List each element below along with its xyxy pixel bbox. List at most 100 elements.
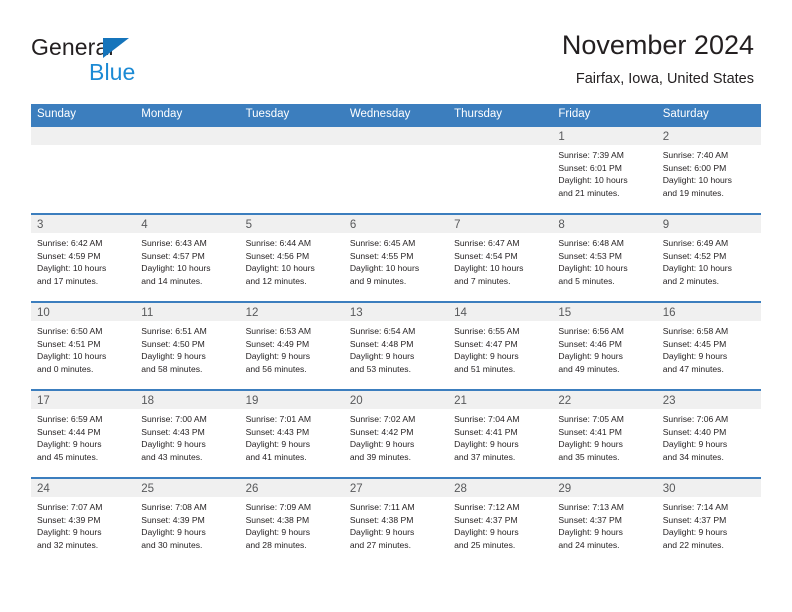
day-number-band: 28 xyxy=(448,479,553,497)
day-number: 17 xyxy=(37,395,50,407)
calendar-day-cell[interactable]: 9 Sunrise: 6:49 AM Sunset: 4:52 PM Daylight… xyxy=(656,215,761,301)
sunrise-text: Sunrise: 6:51 AM xyxy=(141,326,207,336)
calendar-day-empty xyxy=(448,127,553,213)
day-number-band: 20 xyxy=(343,391,449,409)
sunset-text: Sunset: 4:53 PM xyxy=(558,250,622,261)
day-number-band: 12 xyxy=(239,303,344,321)
weekday-header-thursday: Thursday xyxy=(454,108,503,120)
daylight-text-line2: and 30 minutes. xyxy=(141,539,203,550)
daylight-text-line1: Daylight: 9 hours xyxy=(454,439,519,450)
calendar-day-cell[interactable]: 8 Sunrise: 6:48 AM Sunset: 4:53 PM Daylight… xyxy=(552,215,657,301)
sunset-text: Sunset: 6:01 PM xyxy=(558,162,622,173)
day-sun-info: Sunrise: 7:04 AM Sunset: 4:41 PM Daylight:… xyxy=(448,409,552,463)
sunrise-text: Sunrise: 7:01 AM xyxy=(245,414,312,424)
calendar-day-cell[interactable]: 13 Sunrise: 6:54 AM Sunset: 4:48 PM Dayligh… xyxy=(343,303,449,389)
day-number-band: 11 xyxy=(135,303,240,321)
day-number: 22 xyxy=(558,395,572,407)
sunrise-text: Sunrise: 7:02 AM xyxy=(349,414,416,424)
daylight-text-line2: and 2 minutes. xyxy=(662,275,720,286)
day-number: 1 xyxy=(558,131,565,143)
weekday-header-monday: Monday xyxy=(141,108,183,120)
calendar-day-cell[interactable]: 29 Sunrise: 7:13 AM Sunset: 4:37 PM Dayligh… xyxy=(552,479,657,565)
calendar-day-cell[interactable]: 6 Sunrise: 6:45 AM Sunset: 4:55 PM Daylight… xyxy=(343,215,449,301)
calendar-day-cell[interactable]: 18 Sunrise: 7:00 AM Sunset: 4:43 PM Dayligh… xyxy=(135,391,240,477)
daylight-text-line1: Daylight: 9 hours xyxy=(558,351,623,362)
day-number: 10 xyxy=(37,307,50,319)
daylight-text-line1: Daylight: 9 hours xyxy=(245,439,311,450)
day-sun-info: Sunrise: 6:59 AM Sunset: 4:44 PM Daylight:… xyxy=(31,409,135,463)
daylight-text-line2: and 58 minutes. xyxy=(141,363,203,374)
calendar-week-row: 3 Sunrise: 6:42 AM Sunset: 4:59 PM Daylight… xyxy=(31,213,761,301)
calendar-day-cell[interactable]: 23 Sunrise: 7:06 AM Sunset: 4:40 PM Dayligh… xyxy=(656,391,761,477)
calendar-day-cell[interactable]: 27 Sunrise: 7:11 AM Sunset: 4:38 PM Dayligh… xyxy=(343,479,449,565)
day-number-band: 25 xyxy=(135,479,240,497)
day-number: 7 xyxy=(454,219,461,231)
calendar-day-cell[interactable]: 15 Sunrise: 6:56 AM Sunset: 4:46 PM Dayligh… xyxy=(552,303,657,389)
calendar-day-cell[interactable]: 28 Sunrise: 7:12 AM Sunset: 4:37 PM Dayligh… xyxy=(448,479,553,565)
sunrise-text: Sunrise: 6:59 AM xyxy=(37,414,103,424)
daylight-text-line1: Daylight: 10 hours xyxy=(454,263,524,274)
brand-logo[interactable]: General Blue xyxy=(31,34,271,86)
calendar-day-cell[interactable]: 16 Sunrise: 6:58 AM Sunset: 4:45 PM Dayligh… xyxy=(656,303,761,389)
calendar-day-empty xyxy=(343,127,449,213)
daylight-text-line1: Daylight: 10 hours xyxy=(662,175,732,186)
calendar-weeks: 1 Sunrise: 7:39 AM Sunset: 6:01 PM Daylight… xyxy=(31,125,761,565)
day-number: 16 xyxy=(662,307,676,319)
calendar-day-cell[interactable]: 17 Sunrise: 6:59 AM Sunset: 4:44 PM Dayligh… xyxy=(31,391,136,477)
calendar-day-cell[interactable]: 30 Sunrise: 7:14 AM Sunset: 4:37 PM Dayligh… xyxy=(656,479,761,565)
calendar-day-cell[interactable]: 24 Sunrise: 7:07 AM Sunset: 4:39 PM Dayligh… xyxy=(31,479,136,565)
sunrise-text: Sunrise: 7:39 AM xyxy=(558,150,624,160)
sunset-text: Sunset: 4:57 PM xyxy=(141,250,205,261)
brand-name-general: General xyxy=(31,34,114,60)
day-sun-info: Sunrise: 6:56 AM Sunset: 4:46 PM Daylight:… xyxy=(552,321,656,375)
daylight-text-line1: Daylight: 9 hours xyxy=(141,527,206,538)
calendar-day-cell[interactable]: 5 Sunrise: 6:44 AM Sunset: 4:56 PM Daylight… xyxy=(239,215,344,301)
calendar-day-cell[interactable]: 4 Sunrise: 6:43 AM Sunset: 4:57 PM Daylight… xyxy=(135,215,240,301)
calendar-day-cell[interactable]: 1 Sunrise: 7:39 AM Sunset: 6:01 PM Daylight… xyxy=(552,127,657,213)
day-number-band: 27 xyxy=(343,479,449,497)
calendar-day-cell[interactable]: 12 Sunrise: 6:53 AM Sunset: 4:49 PM Dayligh… xyxy=(239,303,344,389)
sunrise-text: Sunrise: 7:04 AM xyxy=(454,414,520,424)
weekday-header-tuesday: Tuesday xyxy=(245,108,290,120)
day-number: 13 xyxy=(349,307,363,319)
sunrise-text: Sunrise: 6:48 AM xyxy=(558,238,624,248)
daylight-text-line1: Daylight: 10 hours xyxy=(558,175,628,186)
sunset-text: Sunset: 4:46 PM xyxy=(558,338,622,349)
calendar-day-cell[interactable]: 26 Sunrise: 7:09 AM Sunset: 4:38 PM Dayligh… xyxy=(239,479,344,565)
sunset-text: Sunset: 4:48 PM xyxy=(349,338,414,349)
calendar-day-cell[interactable]: 2 Sunrise: 7:40 AM Sunset: 6:00 PM Daylight… xyxy=(656,127,761,213)
weekday-header-sunday: Sunday xyxy=(37,108,77,120)
calendar-day-cell[interactable]: 11 Sunrise: 6:51 AM Sunset: 4:50 PM Dayligh… xyxy=(135,303,240,389)
day-number-band: 14 xyxy=(448,303,553,321)
calendar-day-cell[interactable]: 22 Sunrise: 7:05 AM Sunset: 4:41 PM Dayligh… xyxy=(552,391,657,477)
day-number: 6 xyxy=(349,219,357,231)
day-sun-info: Sunrise: 6:51 AM Sunset: 4:50 PM Daylight:… xyxy=(135,321,239,375)
daylight-text-line2: and 32 minutes. xyxy=(37,539,99,550)
sunset-text: Sunset: 4:45 PM xyxy=(662,338,727,349)
day-sun-info: Sunrise: 7:08 AM Sunset: 4:39 PM Daylight:… xyxy=(135,497,239,551)
day-number-band xyxy=(448,127,553,145)
day-number-band: 7 xyxy=(448,215,553,233)
calendar-day-cell[interactable]: 14 Sunrise: 6:55 AM Sunset: 4:47 PM Dayligh… xyxy=(448,303,553,389)
day-number: 29 xyxy=(558,483,572,495)
daylight-text-line2: and 41 minutes. xyxy=(245,451,307,462)
daylight-text-line2: and 22 minutes. xyxy=(662,539,724,550)
brand-name-blue: Blue xyxy=(89,59,136,85)
day-sun-info: Sunrise: 6:55 AM Sunset: 4:47 PM Daylight:… xyxy=(448,321,552,375)
calendar-day-cell[interactable]: 3 Sunrise: 6:42 AM Sunset: 4:59 PM Daylight… xyxy=(31,215,136,301)
calendar-day-cell[interactable]: 19 Sunrise: 7:01 AM Sunset: 4:43 PM Dayligh… xyxy=(239,391,344,477)
calendar-day-cell[interactable]: 7 Sunrise: 6:47 AM Sunset: 4:54 PM Daylight… xyxy=(448,215,553,301)
sunrise-text: Sunrise: 7:14 AM xyxy=(662,502,729,512)
sunrise-text: Sunrise: 6:49 AM xyxy=(662,238,729,248)
calendar-day-cell[interactable]: 21 Sunrise: 7:04 AM Sunset: 4:41 PM Dayligh… xyxy=(448,391,553,477)
calendar-day-cell[interactable]: 20 Sunrise: 7:02 AM Sunset: 4:42 PM Dayligh… xyxy=(343,391,449,477)
calendar-day-cell[interactable]: 25 Sunrise: 7:08 AM Sunset: 4:39 PM Dayligh… xyxy=(135,479,240,565)
daylight-text-line2: and 37 minutes. xyxy=(454,451,516,462)
daylight-text-line2: and 27 minutes. xyxy=(349,539,411,550)
day-sun-info: Sunrise: 6:49 AM Sunset: 4:52 PM Daylight:… xyxy=(657,233,761,287)
day-sun-info: Sunrise: 7:00 AM Sunset: 4:43 PM Daylight:… xyxy=(135,409,239,463)
title-block: November 2024 Fairfax, Iowa, United Stat… xyxy=(562,29,754,88)
day-number: 8 xyxy=(558,219,565,231)
day-number: 12 xyxy=(245,307,259,319)
calendar-day-cell[interactable]: 10 Sunrise: 6:50 AM Sunset: 4:51 PM Dayligh… xyxy=(31,303,136,389)
